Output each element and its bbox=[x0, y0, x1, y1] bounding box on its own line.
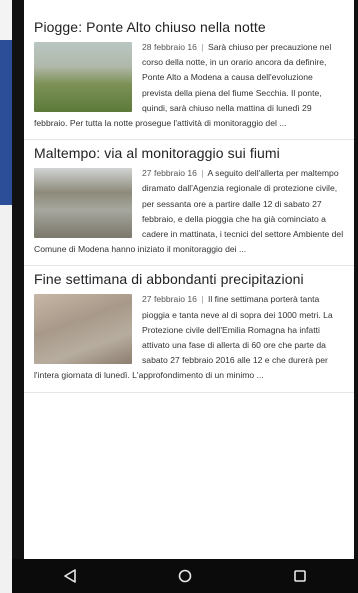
recents-button[interactable] bbox=[280, 561, 320, 591]
article-thumbnail[interactable] bbox=[34, 168, 132, 239]
article-title[interactable]: Maltempo: via al monitoraggio sui fiumi bbox=[34, 144, 344, 162]
date-separator: | bbox=[201, 42, 204, 52]
back-button[interactable] bbox=[50, 561, 90, 591]
article-body: 27 febbraio 16 | A seguito dell'allerta … bbox=[34, 166, 344, 257]
top-edge bbox=[24, 0, 354, 14]
recents-square-icon bbox=[294, 570, 307, 582]
article-date: 28 febbraio 16 bbox=[142, 42, 197, 52]
article-title[interactable]: Fine settimana di abbondanti precipitazi… bbox=[34, 270, 344, 288]
article-thumbnail[interactable] bbox=[34, 294, 132, 365]
back-triangle-icon bbox=[63, 569, 76, 583]
article-body: 27 febbraio 16 | Il fine settimana porte… bbox=[34, 292, 344, 383]
article-item[interactable]: Fine settimana di abbondanti precipitazi… bbox=[24, 266, 354, 393]
date-separator: | bbox=[201, 168, 204, 179]
article-date: 27 febbraio 16 bbox=[142, 294, 197, 305]
home-button[interactable] bbox=[165, 561, 205, 591]
home-circle-icon bbox=[178, 569, 192, 583]
news-list-screen: Piogge: Ponte Alto chiuso nella notte 28… bbox=[24, 0, 354, 559]
article-item[interactable]: Piogge: Ponte Alto chiuso nella notte 28… bbox=[24, 14, 354, 141]
article-body: 28 febbraio 16 | Sarà chiuso per precauz… bbox=[34, 40, 344, 131]
article-date: 27 febbraio 16 bbox=[142, 168, 197, 179]
article-title[interactable]: Piogge: Ponte Alto chiuso nella notte bbox=[34, 18, 344, 36]
android-navigation-bar bbox=[12, 559, 358, 593]
article-item[interactable]: Maltempo: via al monitoraggio sui fiumi … bbox=[24, 140, 354, 267]
article-thumbnail[interactable] bbox=[34, 42, 132, 112]
date-separator: | bbox=[201, 294, 204, 305]
